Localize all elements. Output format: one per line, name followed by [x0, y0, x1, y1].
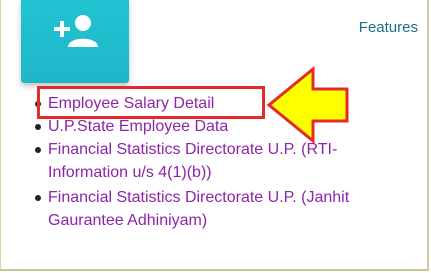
highlight-box: [37, 86, 265, 119]
left-arrow-icon: [266, 65, 349, 145]
janhit-guarantee-link[interactable]: Financial Statistics Directorate U.P. (J…: [48, 189, 349, 229]
rti-information-link[interactable]: Financial Statistics Directorate U.P. (R…: [48, 141, 337, 181]
list-item: Financial Statistics Directorate U.P. (J…: [35, 186, 408, 232]
features-link[interactable]: Features: [359, 19, 418, 36]
add-user-icon: [54, 15, 98, 47]
add-user-tile[interactable]: [21, 0, 129, 83]
list-item: Financial Statistics Directorate U.P. (R…: [35, 138, 408, 184]
state-employee-data-link[interactable]: U.P.State Employee Data: [48, 118, 228, 135]
